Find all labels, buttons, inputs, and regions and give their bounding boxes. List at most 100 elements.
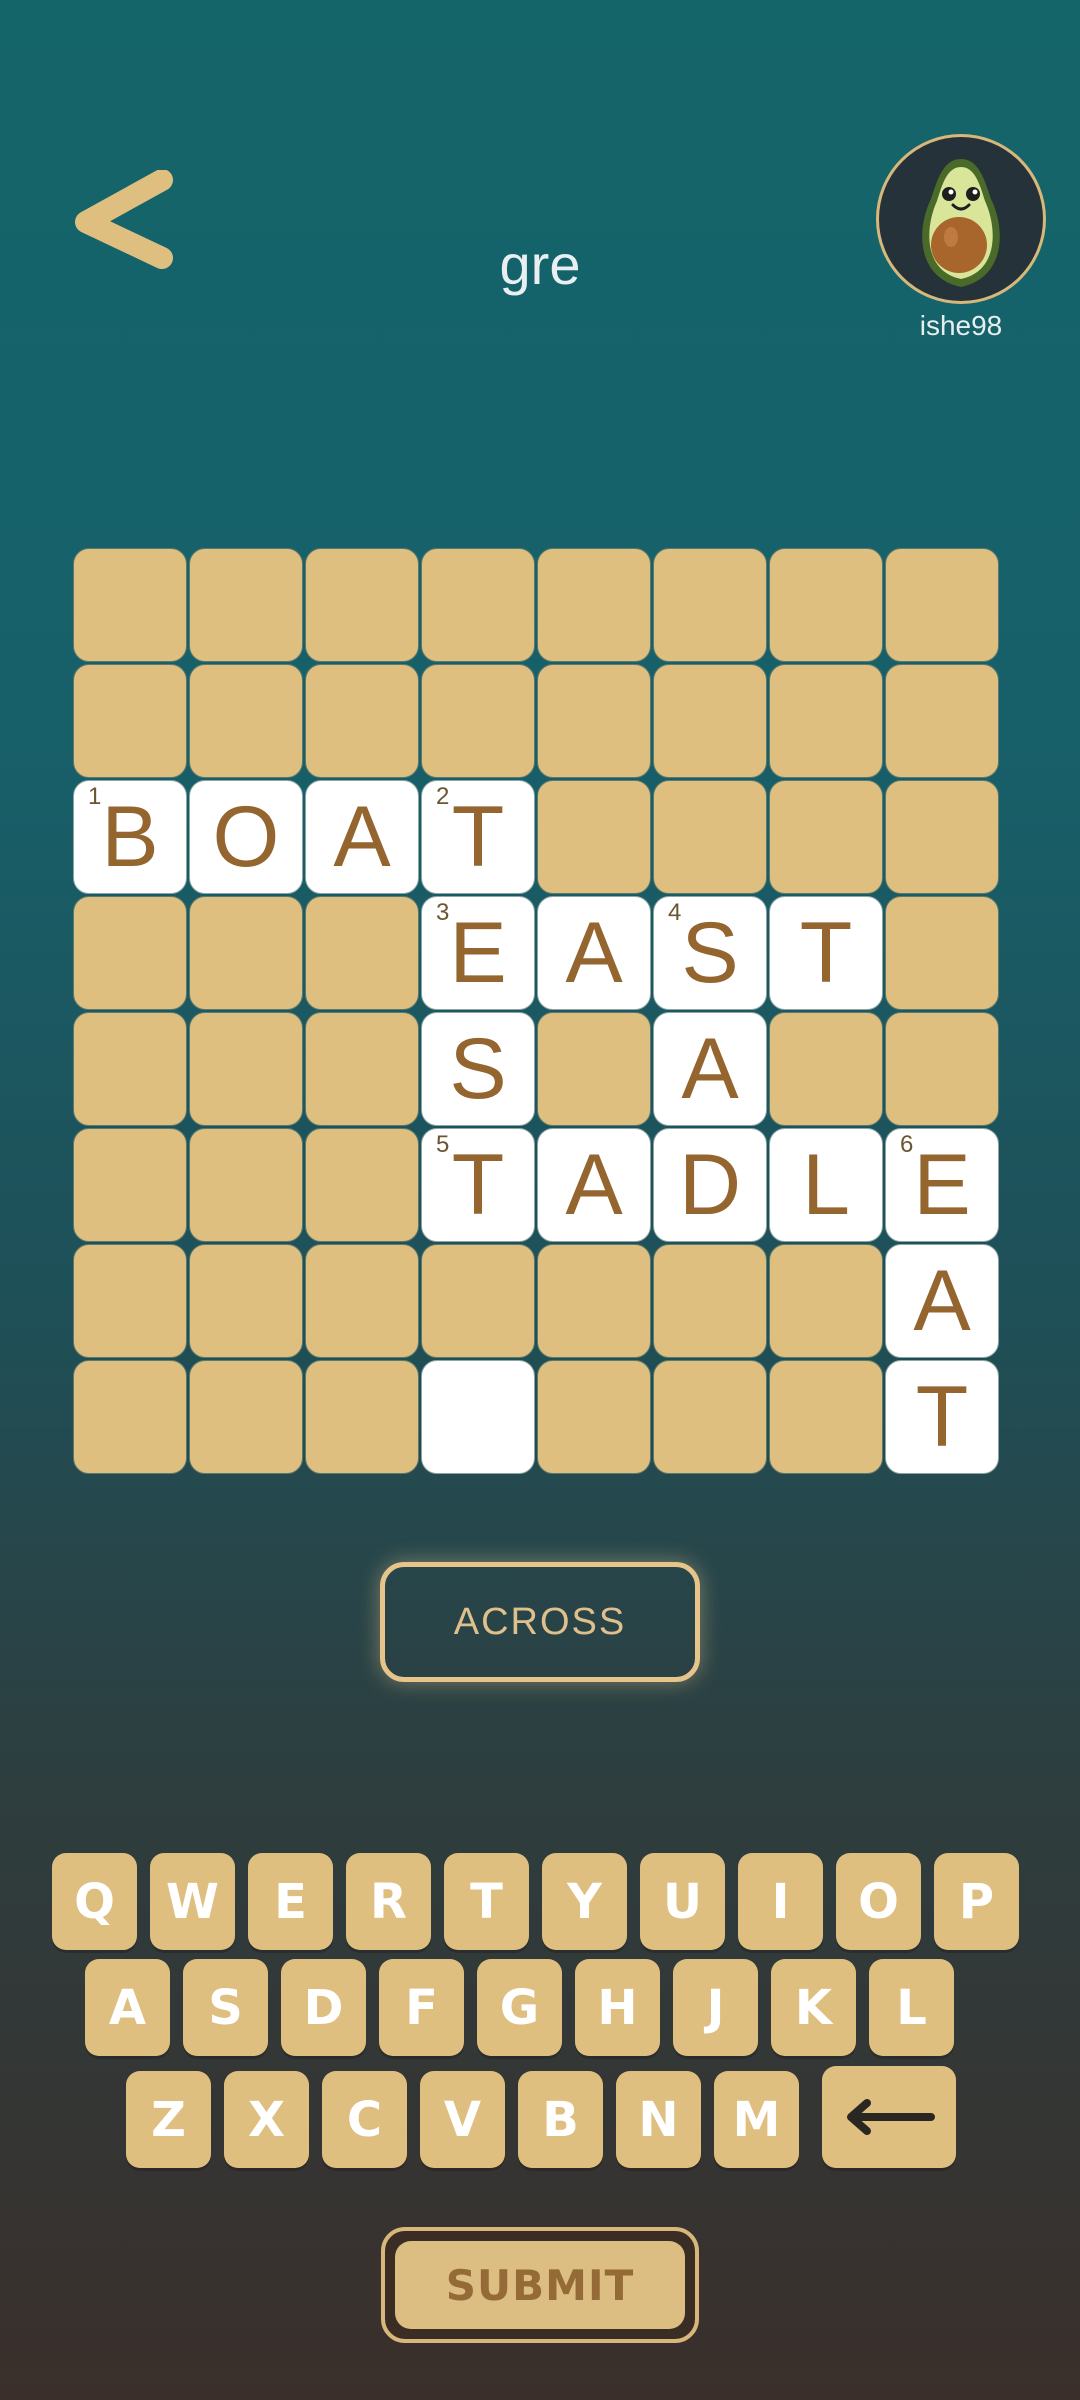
- key-u[interactable]: U: [640, 1853, 725, 1950]
- grid-cell-active[interactable]: L: [769, 1128, 883, 1242]
- grid-cell-blocked: [537, 1244, 651, 1358]
- key-z[interactable]: Z: [126, 2071, 211, 2168]
- grid-cell-blocked: [421, 1244, 535, 1358]
- grid-cell-blocked: [189, 1128, 303, 1242]
- key-d[interactable]: D: [281, 1959, 366, 2056]
- submit-label: SUBMIT: [395, 2241, 685, 2329]
- key-y[interactable]: Y: [542, 1853, 627, 1950]
- key-g[interactable]: G: [477, 1959, 562, 2056]
- cell-letter: T: [451, 788, 505, 885]
- grid-cell-active[interactable]: A: [537, 896, 651, 1010]
- grid-cell-blocked: [73, 1012, 187, 1126]
- grid-cell-blocked: [769, 664, 883, 778]
- key-e[interactable]: E: [248, 1853, 333, 1950]
- grid-cell-blocked: [653, 780, 767, 894]
- grid-cell-blocked: [769, 548, 883, 662]
- key-l[interactable]: L: [869, 1959, 954, 2056]
- grid-cell-blocked: [653, 1244, 767, 1358]
- key-r[interactable]: R: [346, 1853, 431, 1950]
- grid-cell-blocked: [73, 548, 187, 662]
- grid-cell-blocked: [421, 548, 535, 662]
- key-x[interactable]: X: [224, 2071, 309, 2168]
- grid-cell-active[interactable]: 6E: [885, 1128, 999, 1242]
- grid-cell-blocked: [537, 664, 651, 778]
- grid-cell-blocked: [769, 1360, 883, 1474]
- key-p[interactable]: P: [934, 1853, 1019, 1950]
- key-m[interactable]: M: [714, 2071, 799, 2168]
- grid-cell-active[interactable]: T: [769, 896, 883, 1010]
- grid-cell-blocked: [305, 896, 419, 1010]
- key-b[interactable]: B: [518, 2071, 603, 2168]
- grid-cell-blocked: [537, 548, 651, 662]
- grid-cell-blocked: [537, 780, 651, 894]
- grid-cell-active[interactable]: S: [421, 1012, 535, 1126]
- grid-cell-blocked: [885, 548, 999, 662]
- key-o[interactable]: O: [836, 1853, 921, 1950]
- grid-cell-blocked: [73, 896, 187, 1010]
- grid-cell-blocked: [769, 1244, 883, 1358]
- grid-cell-active[interactable]: T: [885, 1360, 999, 1474]
- grid-cell-blocked: [885, 664, 999, 778]
- grid-cell-blocked: [189, 896, 303, 1010]
- cell-letter: O: [212, 788, 280, 885]
- key-v[interactable]: V: [420, 2071, 505, 2168]
- cell-letter: T: [915, 1368, 969, 1465]
- grid-cell-blocked: [885, 780, 999, 894]
- key-q[interactable]: Q: [52, 1853, 137, 1950]
- key-n[interactable]: N: [616, 2071, 701, 2168]
- key-h[interactable]: H: [575, 1959, 660, 2056]
- cell-letter: [422, 1361, 534, 1473]
- key-c[interactable]: C: [322, 2071, 407, 2168]
- grid-cell-blocked: [305, 664, 419, 778]
- cell-letter: A: [565, 904, 623, 1001]
- cell-letter: A: [913, 1252, 971, 1349]
- cell-letter: S: [681, 904, 739, 1001]
- grid-cell-active[interactable]: A: [305, 780, 419, 894]
- grid-cell-blocked: [189, 664, 303, 778]
- grid-cell-active[interactable]: A: [653, 1012, 767, 1126]
- key-k[interactable]: K: [771, 1959, 856, 2056]
- cell-letter: A: [681, 1020, 739, 1117]
- grid-cell-blocked: [653, 1360, 767, 1474]
- cell-letter: S: [449, 1020, 507, 1117]
- grid-cell-blocked: [769, 1012, 883, 1126]
- cell-letter: T: [799, 904, 853, 1001]
- grid-cell-active[interactable]: A: [537, 1128, 651, 1242]
- grid-cell-blocked: [189, 548, 303, 662]
- grid-cell-active[interactable]: [421, 1360, 535, 1474]
- cell-letter: L: [802, 1136, 850, 1233]
- grid-cell-active[interactable]: D: [653, 1128, 767, 1242]
- key-s[interactable]: S: [183, 1959, 268, 2056]
- submit-button[interactable]: SUBMIT: [381, 2227, 699, 2343]
- avatar[interactable]: [876, 134, 1046, 304]
- grid-cell-blocked: [305, 1244, 419, 1358]
- key-a[interactable]: A: [85, 1959, 170, 2056]
- grid-cell-active[interactable]: A: [885, 1244, 999, 1358]
- grid-cell-blocked: [189, 1244, 303, 1358]
- key-i[interactable]: I: [738, 1853, 823, 1950]
- grid-cell-blocked: [885, 1012, 999, 1126]
- cell-letter: E: [913, 1136, 971, 1233]
- backspace-key[interactable]: [822, 2066, 956, 2168]
- grid-cell-active[interactable]: 4S: [653, 896, 767, 1010]
- grid-cell-blocked: [73, 1244, 187, 1358]
- grid-cell-blocked: [305, 1012, 419, 1126]
- grid-cell-active[interactable]: 1B: [73, 780, 187, 894]
- grid-cell-blocked: [421, 664, 535, 778]
- grid-cell-blocked: [769, 780, 883, 894]
- grid-cell-blocked: [305, 548, 419, 662]
- key-f[interactable]: F: [379, 1959, 464, 2056]
- key-j[interactable]: J: [673, 1959, 758, 2056]
- cell-letter: A: [333, 788, 391, 885]
- grid-cell-active[interactable]: 2T: [421, 780, 535, 894]
- grid-cell-active[interactable]: 5T: [421, 1128, 535, 1242]
- key-w[interactable]: W: [150, 1853, 235, 1950]
- cell-letter: T: [451, 1136, 505, 1233]
- cell-letter: B: [101, 788, 159, 885]
- backspace-arrow-icon: [847, 2099, 935, 2135]
- grid-cell-blocked: [653, 548, 767, 662]
- direction-toggle-button[interactable]: ACROSS: [380, 1562, 700, 1682]
- grid-cell-active[interactable]: 3E: [421, 896, 535, 1010]
- key-t[interactable]: T: [444, 1853, 529, 1950]
- grid-cell-active[interactable]: O: [189, 780, 303, 894]
